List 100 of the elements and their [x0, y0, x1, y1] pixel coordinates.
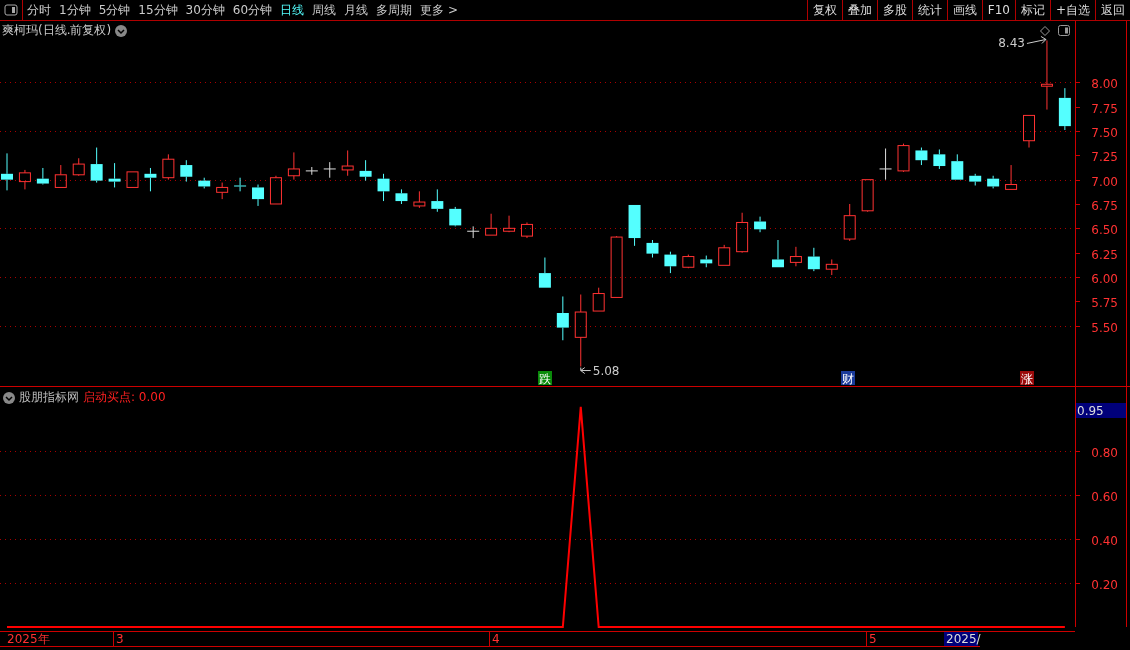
indicator-name: 股朋指标网 [19, 389, 79, 406]
axis-label: 7.25 [1091, 149, 1118, 164]
candlestick [825, 258, 838, 276]
candlestick [772, 239, 784, 268]
candlestick [1040, 39, 1053, 111]
candlestick [54, 164, 67, 188]
candlestick [664, 251, 677, 274]
candlestick [556, 295, 569, 341]
price-callout: 8.43 [998, 35, 1047, 51]
axis-label: 6.25 [1091, 247, 1118, 262]
axis-label: 3 [116, 632, 124, 646]
stock-title: 爽柯玛(日线.前复权) [2, 22, 112, 39]
candlestick [1058, 87, 1071, 131]
candlestick [287, 151, 300, 181]
period-tab[interactable]: 分时 [23, 0, 55, 20]
toolbar-button[interactable]: 叠加 [841, 0, 877, 20]
toolbar-button[interactable]: +自选 [1049, 0, 1095, 20]
candlestick [431, 188, 444, 213]
period-tab[interactable]: 周线 [308, 0, 341, 20]
axis-label: 8.00 [1091, 76, 1118, 91]
candlestick [485, 213, 498, 236]
axis-label: 6.50 [1091, 222, 1118, 237]
candlestick [1023, 114, 1035, 149]
candlestick [180, 159, 193, 183]
axis-label: 0.60 [1091, 489, 1118, 504]
candlestick [252, 184, 264, 207]
candlestick [198, 177, 211, 189]
candlestick [646, 239, 659, 258]
axis-label: 5 [869, 632, 877, 646]
candlestick [359, 159, 372, 182]
period-tab[interactable]: 30分钟 [181, 0, 229, 20]
candlestick [610, 235, 623, 298]
toolbar-button[interactable]: 画线 [946, 0, 982, 20]
candlestick [466, 225, 480, 239]
cursor-date-label: 2025/ [944, 632, 981, 646]
axis-label: 6.75 [1091, 198, 1118, 213]
indicator-reading: 启动买点: 0.00 [83, 389, 166, 406]
candlestick [108, 162, 121, 188]
candlestick [395, 188, 408, 205]
candlestick [736, 212, 749, 254]
candlestick [538, 257, 551, 289]
candlestick [969, 173, 982, 186]
candlestick [718, 244, 731, 266]
period-tab[interactable]: 15分钟 [134, 0, 182, 20]
candlestick [1005, 164, 1018, 190]
event-flag: 财 [841, 371, 855, 386]
candlestick [897, 143, 910, 173]
candlestick [879, 148, 893, 181]
dropdown-icon[interactable] [115, 24, 128, 37]
period-tab[interactable]: 日线 [276, 0, 309, 20]
axis-label: 6.00 [1091, 271, 1118, 286]
candlestick [216, 182, 229, 200]
toolbar-button[interactable]: F10 [981, 0, 1015, 20]
candlestick [682, 254, 695, 269]
event-flag: 涨 [1020, 371, 1034, 386]
candlestick [592, 287, 605, 312]
candlestick [269, 175, 282, 205]
toolbar-button[interactable]: 统计 [911, 0, 947, 20]
candlestick [915, 147, 928, 166]
period-tab[interactable]: 1分钟 [55, 0, 95, 20]
candlestick [843, 203, 856, 242]
dropdown-icon[interactable] [3, 391, 15, 404]
period-tab[interactable]: 月线 [340, 0, 373, 20]
toolbar-button[interactable]: 多股 [876, 0, 912, 20]
candlestick [377, 173, 390, 202]
candlestick [951, 153, 964, 181]
candlestick [126, 171, 139, 188]
axis-label: 0.80 [1091, 445, 1118, 460]
axis-label: 0.40 [1091, 533, 1118, 548]
annotation: 8.43 [998, 36, 1025, 51]
candlestick [807, 247, 820, 272]
period-tab[interactable]: 5分钟 [94, 0, 135, 20]
candlestick [700, 255, 713, 268]
toolbar-button[interactable]: 返回 [1095, 0, 1130, 20]
candlestick [1, 152, 13, 191]
panel-toggle-icon[interactable] [1058, 25, 1070, 36]
candlestick [413, 190, 426, 209]
price-callout: 5.08 [580, 363, 620, 378]
period-tab[interactable]: 多周期 [372, 0, 417, 20]
candlestick [18, 169, 31, 190]
candlestick [234, 177, 247, 192]
axis-label: 5.75 [1091, 295, 1118, 310]
candlestick [503, 215, 516, 233]
candlestick [323, 161, 337, 179]
period-tab[interactable]: 60分钟 [228, 0, 277, 20]
axis-label: 2025年 [7, 632, 50, 646]
candlestick [36, 167, 49, 185]
value-marker: 0.95 [1076, 403, 1126, 418]
candlestick [90, 147, 103, 184]
axis-label: 7.50 [1091, 125, 1118, 140]
candlestick [72, 157, 85, 177]
candlestick [987, 175, 1000, 189]
toolbar-button[interactable]: 标记 [1014, 0, 1050, 20]
candlestick [305, 166, 319, 176]
toolbar-button[interactable]: 复权 [806, 0, 842, 20]
annotation: 5.08 [592, 363, 620, 378]
candlestick [520, 222, 533, 239]
candlestick [449, 206, 462, 227]
axis-label: 5.50 [1091, 320, 1118, 335]
period-tab[interactable]: 更多 > [416, 0, 462, 20]
